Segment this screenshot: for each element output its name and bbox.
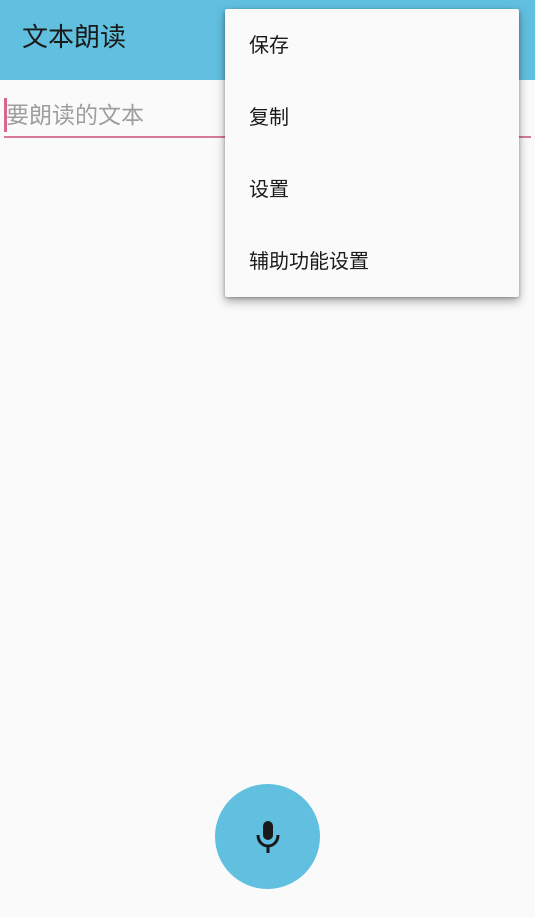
overflow-menu: 保存 复制 设置 辅助功能设置 — [225, 9, 519, 297]
menu-item-accessibility-settings[interactable]: 辅助功能设置 — [225, 225, 519, 297]
menu-item-copy[interactable]: 复制 — [225, 81, 519, 153]
menu-item-save[interactable]: 保存 — [225, 9, 519, 81]
microphone-button[interactable] — [215, 784, 320, 889]
screen: 文本朗读 保存 复制 设置 辅助功能设置 — [0, 0, 535, 917]
microphone-icon — [256, 820, 279, 853]
text-cursor — [4, 98, 7, 132]
app-title: 文本朗读 — [22, 23, 127, 53]
menu-item-settings[interactable]: 设置 — [225, 153, 519, 225]
